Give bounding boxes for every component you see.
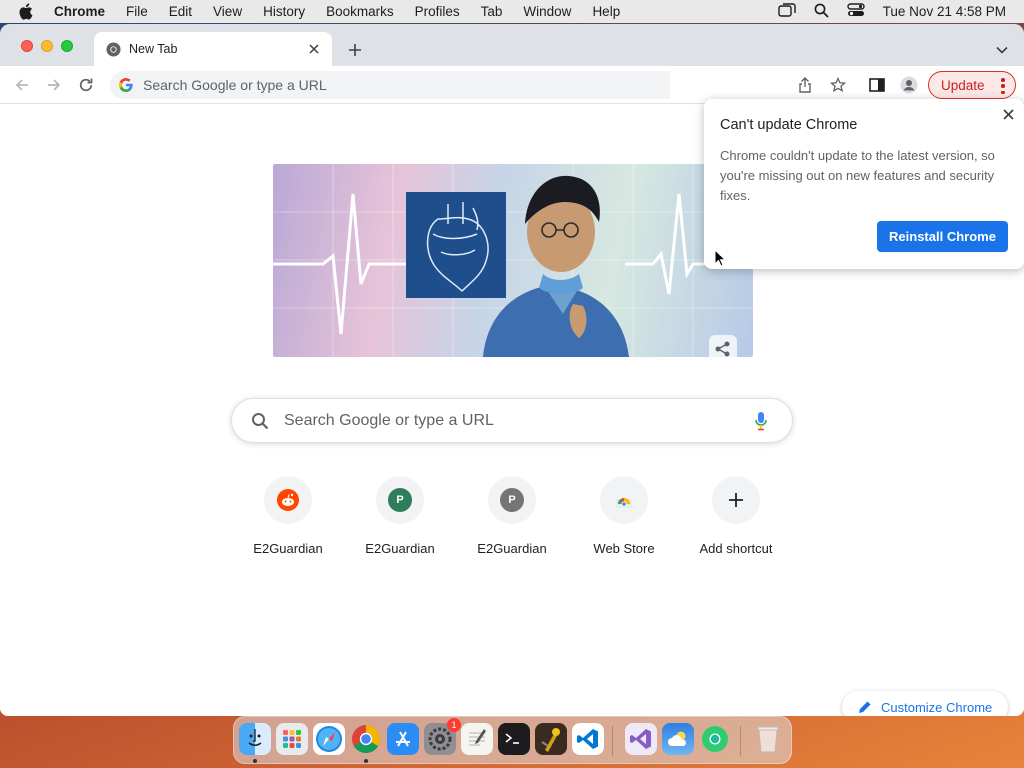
add-shortcut-button[interactable]: Add shortcut [680,476,792,566]
close-icon[interactable] [1000,106,1016,122]
search-icon [251,412,269,430]
dock: 1 [233,716,792,764]
close-window-button[interactable] [21,40,33,52]
shortcuts-grid: E2Guardian P E2Guardian P E2Guardian Web… [232,476,792,566]
more-menu-icon[interactable] [1001,78,1005,94]
update-error-dialog: Can't update Chrome Chrome couldn't upda… [704,99,1024,269]
customize-chrome-button[interactable]: Customize Chrome [842,691,1008,716]
instruments-icon[interactable] [535,723,567,755]
ntp-search-placeholder: Search Google or type a URL [284,411,494,429]
system-settings-icon[interactable]: 1 [424,718,461,755]
menu-tab[interactable]: Tab [481,4,503,19]
shortcut-letter: P [388,488,412,512]
chrome-app-icon[interactable] [350,723,382,755]
shortcut-tile[interactable]: P E2Guardian [344,476,456,566]
profile-avatar-icon[interactable] [900,76,918,94]
new-tab-button[interactable] [345,40,365,60]
menu-view[interactable]: View [213,4,242,19]
chrome-canary-icon[interactable] [699,723,731,755]
back-arrow-icon[interactable] [13,76,31,94]
forward-arrow-icon[interactable] [45,76,63,94]
chevron-down-icon[interactable] [994,42,1010,58]
shortcut-label: E2Guardian [365,541,435,556]
letter-p-icon: P [488,476,536,524]
ntp-search-box[interactable]: Search Google or type a URL [231,398,793,443]
app-store-icon[interactable] [387,723,419,755]
update-chrome-button[interactable]: Update [928,71,1016,99]
menu-app-name[interactable]: Chrome [54,4,105,19]
plus-icon [712,476,760,524]
dock-separator [740,726,741,756]
weather-icon[interactable] [662,723,694,755]
web-store-icon [600,476,648,524]
dialog-body: Chrome couldn't update to the latest ver… [720,148,995,203]
shortcut-label: Add shortcut [699,541,773,556]
menu-window[interactable]: Window [523,4,571,19]
dock-separator [612,726,613,756]
microphone-icon[interactable] [754,411,770,431]
google-g-icon [119,77,134,93]
tab-new-tab[interactable]: New Tab [94,32,332,66]
shortcut-label: Web Store [593,541,655,556]
vscode-icon[interactable] [572,723,604,755]
bookmark-star-icon[interactable] [829,76,847,94]
reload-icon[interactable] [77,76,95,94]
trash-icon[interactable] [752,723,784,755]
letter-p-icon: P [376,476,424,524]
dialog-title: Can't update Chrome [720,117,858,133]
visual-studio-icon[interactable] [625,723,657,755]
close-tab-icon[interactable] [306,41,322,57]
shortcut-label: E2Guardian [477,541,547,556]
apple-icon[interactable] [18,3,36,20]
window-icon[interactable] [777,3,796,20]
window-controls [21,40,73,52]
menu-edit[interactable]: Edit [169,4,192,19]
shortcut-label: E2Guardian [253,541,323,556]
shortcut-tile[interactable]: Web Store [568,476,680,566]
control-center-icon[interactable] [846,3,865,20]
running-indicator [364,759,368,763]
menu-bar: Chrome File Edit View History Bookmarks … [0,0,1024,23]
shortcut-tile[interactable]: E2Guardian [232,476,344,566]
google-doodle[interactable] [273,164,753,357]
menu-profiles[interactable]: Profiles [415,4,460,19]
side-panel-icon[interactable] [868,76,886,94]
mouse-cursor-icon [714,249,726,267]
menu-history[interactable]: History [263,4,305,19]
launchpad-icon[interactable] [276,723,308,755]
menu-clock[interactable]: Tue Nov 21 4:58 PM [883,4,1006,19]
update-label: Update [941,77,985,93]
textedit-icon[interactable] [461,723,493,755]
customize-label: Customize Chrome [881,699,993,715]
zoom-window-button[interactable] [61,40,73,52]
notification-badge: 1 [447,718,461,732]
menu-help[interactable]: Help [592,4,620,19]
doodle-share-icon[interactable] [709,335,737,363]
terminal-icon[interactable] [498,723,530,755]
tab-strip: New Tab [0,24,1024,66]
address-bar-placeholder: Search Google or type a URL [143,77,327,93]
shortcut-tile[interactable]: P E2Guardian [456,476,568,566]
chrome-icon [106,41,121,57]
share-page-icon[interactable] [796,76,814,94]
pencil-icon [858,700,872,714]
minimize-window-button[interactable] [41,40,53,52]
search-icon[interactable] [814,3,829,21]
shortcut-letter: P [500,488,524,512]
tab-title: New Tab [129,42,178,56]
running-indicator [253,759,257,763]
address-bar[interactable]: Search Google or type a URL [110,71,670,99]
reinstall-chrome-button[interactable]: Reinstall Chrome [877,221,1008,252]
finder-icon[interactable] [239,723,271,755]
safari-icon[interactable] [313,723,345,755]
reddit-icon [264,476,312,524]
menu-file[interactable]: File [126,4,148,19]
menu-bookmarks[interactable]: Bookmarks [326,4,394,19]
